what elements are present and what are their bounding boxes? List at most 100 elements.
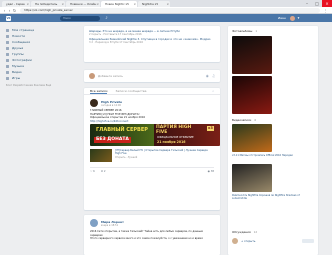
section-count: 1 [255,29,258,33]
post-time[interactable]: вчера в 18:51 [101,224,124,227]
menu-item-label: Группы [12,52,24,56]
post-actions: ♡ 6 ✉ 2 ◉ 38 [90,167,214,173]
banner-left-sub: БЕЗ ДОНАТА [94,137,131,143]
tab-label: Новинки — Клайн [70,2,97,6]
home-icon [6,28,9,32]
section-title: Обсуждения [232,230,251,234]
open-link[interactable]: + открыть [241,240,255,243]
post-header: Мира Лорент вчера в 18:51 [90,219,124,227]
minimize-icon[interactable]: – [302,0,312,7]
menu-item-label: Музыка [12,64,24,68]
repost-sub: Открыть · Лучший [115,155,138,159]
menu-icon[interactable]: ⋮ [323,7,328,14]
banner-right-date: 21 ноября 2016 [157,140,186,144]
video-caption[interactable]: x3-11 Mail вы отстроились Official 2016 … [232,154,312,157]
photos-section-header[interactable]: Фотоальбомы 1 [232,28,314,34]
banner-right-sub: ОФИЦИАЛЬНОЕ ОТКРЫТИЕ [157,136,194,139]
comment-button[interactable]: ✉ 2 [101,170,106,173]
url-input[interactable]: https://vk.com/high_private_server [20,8,320,13]
chevron-down-icon[interactable]: ▾ [296,16,301,21]
post-author[interactable]: High Private [101,100,122,104]
news-icon [6,34,9,38]
repost-attachment[interactable]: [YP]Сервер Белый H5 | Открытие Сервера Г… [90,149,211,162]
menu-footer-links[interactable]: Блог Разработчикам Реклама Ещё [6,84,61,88]
video-thumbnail[interactable] [232,124,272,152]
post-author[interactable]: Мира Лорент [101,220,124,224]
reload-icon[interactable]: ↻ [12,7,17,14]
banner-right-badge: x3 [207,126,214,131]
camera-icon[interactable]: ◉ [206,74,209,78]
menu-item-games[interactable]: Игры [6,75,61,81]
menu-item-label: Моя страница [12,28,35,32]
comment-count: 2 [103,170,106,173]
repost-thumbnail [90,149,112,162]
tab-label: На победитель [35,2,58,6]
right-sidebar: Фотоальбомы 1 Видеозаписи 6 x3-11 Mail вы … [228,26,318,255]
composer-input[interactable]: Добавьте запись [98,74,203,78]
post-header: High Private сегодня в 12:00 [90,99,122,107]
user-name[interactable]: Иван [278,14,286,22]
author-avatar[interactable] [90,219,98,227]
video-caption[interactable]: Pelemundi & Nightfire Хорошая ли Nightfi… [232,194,312,200]
post-time[interactable]: сегодня в 12:00 [101,104,122,107]
video-thumbnail[interactable] [232,164,272,192]
like-button[interactable]: ♡ 6 [90,170,95,173]
section-title: Фотоальбомы [232,29,253,33]
window-close-icon[interactable]: × [322,0,332,7]
maximize-icon[interactable]: □ [312,0,322,7]
post-link[interactable]: http://high-five.ru/lk#connect [90,120,214,124]
avatar [232,238,238,244]
post-line: Этого серверного сервиса много и это сам… [90,237,203,241]
search-input[interactable]: Поиск [60,15,100,21]
photo-thumbnail[interactable] [232,76,272,114]
composer-card: Добавьте запись ◉ ♫ [84,70,220,82]
menu-item-label: Видео [12,70,22,74]
avatar[interactable] [290,15,295,21]
videos-section-header[interactable]: Видеозаписи 6 [232,117,314,123]
pinned-posts-card: Шарады. Это не шарада, а не менее шарада… [84,26,220,62]
music-icon [6,64,9,68]
eye-icon: ◉ [207,170,210,173]
tab-community-posts[interactable]: Записи сообщества [115,89,146,93]
avatar [89,73,95,79]
discussions-section-header[interactable]: Обсуждения 12 [232,229,314,235]
friends-icon [6,46,9,50]
vk-logo[interactable]: VK [6,15,11,21]
site-header: VK Поиск ♪ Иван ▾ [0,14,332,22]
post-body: ГЛАВНЫЙ СЕРВЕР 2016 ПАРТИЯ [x3] HIGH FIV… [90,109,214,123]
views-counter: ◉ 38 [208,170,214,173]
menu-item-label: Друзья [12,46,24,50]
search-icon[interactable]: ⌕ [212,89,214,93]
banner-left-title: ГЛАВНЫЙ СЕРВЕР [96,127,148,133]
menu-item-label: Новости [12,34,26,38]
post-card: Мира Лорент вчера в 18:51 2016 Сети откр… [84,215,220,255]
menu-item-label: Фотографии [12,58,32,62]
camera-icon [6,58,9,62]
tab-label: Новое Nightic x5 [105,2,129,6]
tab-label: удал - Серве [6,2,25,6]
post-meta: 3 2 · Переход в Ютуби 17 Сентябрь 2016 [89,41,143,44]
post-image-banner[interactable]: ГЛАВНЫЙ СЕРВЕР БЕЗ ДОНАТА ПАРТИЯ HIGH FI… [90,124,220,146]
music-icon[interactable]: ♫ [212,74,215,78]
post-card: Все записи Записи сообщества ⌕ High Priv… [84,88,220,210]
banner-right-title: ПАРТИЯ HIGH FIVE [156,125,192,135]
section-count: 6 [254,118,257,122]
community-avatar[interactable] [90,99,98,107]
comment-icon: ✉ [100,170,103,173]
action-pill[interactable] [302,239,314,243]
photo-thumbnail[interactable] [232,36,272,74]
browser-tabbar: удал - Серве × На победитель × Новинки — К… [0,0,332,7]
post-body: 2016 Сети открытие, а также Гальскейт Та… [90,230,214,241]
view-count: 38 [210,170,214,173]
groups-icon [6,52,9,56]
tab-label: Nightdie x5 [142,2,159,6]
discussion-item[interactable]: + открыть [232,238,314,244]
menu-item-label: Сообщения [12,40,31,44]
tab-all-posts[interactable]: Все записи [90,89,108,94]
repost-title[interactable]: [YP]Сервер Белый H5 | Открытие Сервера Г… [115,149,211,156]
gamepad-icon [6,76,9,80]
left-menu: Моя страница Новости Сообщения Друзья Гр… [6,27,61,88]
heart-icon: ♡ [90,170,93,173]
bell-icon[interactable]: ♪ [104,16,109,21]
video-icon [6,70,9,74]
